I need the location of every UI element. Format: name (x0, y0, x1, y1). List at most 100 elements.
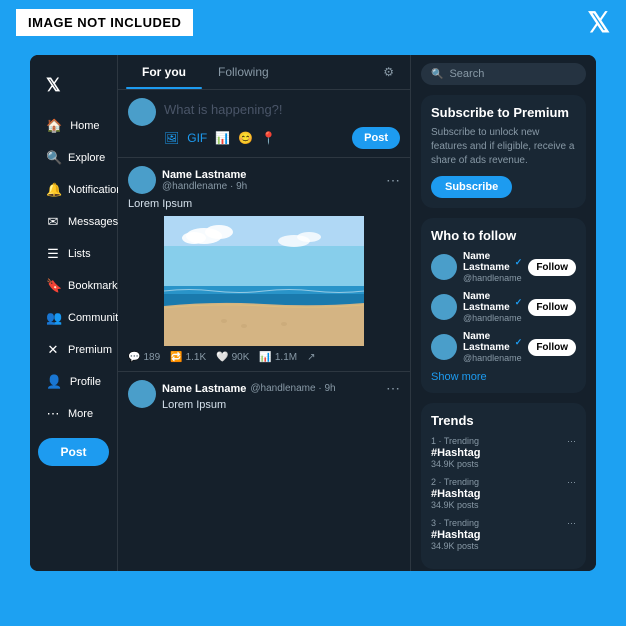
tweet-1-image (128, 216, 400, 346)
feed-tabs: For you Following ⚙ (118, 55, 410, 90)
sidebar-item-lists-label: Lists (68, 248, 91, 260)
tweet-2: Name Lastname @handlename · 9h ⋯ Lorem I… (118, 372, 410, 425)
verified-badge-1: ✓ (515, 257, 523, 268)
tweet-1-header: Name Lastname @handlename · 9h ⋯ (128, 166, 400, 194)
follow-item-1: Name Lastname ✓ @handlename Follow (431, 251, 576, 283)
gif-icon[interactable]: GIF (187, 131, 207, 145)
bookmarks-icon: 🔖 (46, 278, 60, 294)
communities-icon: 👥 (46, 310, 60, 326)
tweet-1-user-info: Name Lastname @handlename · 9h (162, 169, 247, 192)
location-icon[interactable]: 📍 (261, 131, 276, 145)
follow-button-1[interactable]: Follow (528, 259, 576, 276)
tweet-1-name: Name Lastname (162, 169, 247, 181)
who-to-follow-title: Who to follow (431, 228, 576, 243)
tweet-1-text: Lorem Ipsum (128, 198, 400, 210)
follow-avatar-3 (431, 334, 457, 360)
main-feed: For you Following ⚙ What is happening?! … (118, 55, 411, 571)
more-icon: ⋯ (46, 406, 60, 422)
follow-info-3: Name Lastname ✓ @handlename (463, 331, 522, 363)
trend-2-more-icon[interactable]: ⋯ (567, 477, 576, 488)
trend-3-hashtag: #Hashtag (431, 529, 576, 541)
trend-3-posts: 34.9K posts (431, 541, 576, 551)
home-icon: 🏠 (46, 118, 62, 134)
sidebar-item-explore[interactable]: 🔍 Explore (38, 144, 109, 172)
trend-item-3: 3 · Trending ⋯ #Hashtag 34.9K posts (431, 518, 576, 551)
sidebar-item-notifications[interactable]: 🔔 Notifications (38, 176, 109, 204)
notifications-icon: 🔔 (46, 182, 60, 198)
post-button[interactable]: Post (38, 438, 109, 466)
trend-3-more-icon[interactable]: ⋯ (567, 518, 576, 529)
tweet-2-text: Lorem Ipsum (162, 399, 400, 411)
tweet-2-handle: @handlename · 9h (250, 383, 335, 394)
right-sidebar: 🔍 Search Subscribe to Premium Subscribe … (411, 55, 596, 571)
subscribe-button[interactable]: Subscribe (431, 176, 512, 198)
x-logo-top: 𝕏 (587, 9, 610, 37)
sidebar-item-lists[interactable]: ☰ Lists (38, 240, 109, 268)
sidebar-item-bookmarks[interactable]: 🔖 Bookmarks (38, 272, 109, 300)
tab-for-you[interactable]: For you (126, 55, 202, 89)
beach-svg (128, 216, 400, 346)
search-icon: 🔍 (431, 69, 443, 80)
tweet-like-action[interactable]: 🤍 90K (216, 352, 249, 363)
search-placeholder: Search (449, 68, 484, 80)
follow-handle-3: @handlename (463, 353, 522, 363)
trend-item-2: 2 · Trending ⋯ #Hashtag 34.9K posts (431, 477, 576, 510)
who-to-follow-card: Who to follow Name Lastname ✓ @handlenam… (421, 218, 586, 393)
sidebar-item-home[interactable]: 🏠 Home (38, 112, 109, 140)
tweet-1: Name Lastname @handlename · 9h ⋯ Lorem I… (118, 158, 410, 372)
trend-3-meta: 3 · Trending (431, 518, 479, 529)
gear-icon[interactable]: ⚙ (375, 57, 402, 87)
sidebar-item-messages[interactable]: ✉ Messages (38, 208, 109, 236)
premium-icon: ✕ (46, 342, 60, 358)
trend-1-hashtag: #Hashtag (431, 447, 576, 459)
tweet-views-action[interactable]: 📊 1.1M (259, 352, 297, 363)
verified-badge-2: ✓ (515, 297, 523, 308)
sidebar-item-explore-label: Explore (68, 152, 105, 164)
trend-item-1: 1 · Trending ⋯ #Hashtag 34.9K posts (431, 436, 576, 469)
image-icon[interactable]: 🖼 (164, 131, 179, 145)
trend-2-posts: 34.9K posts (431, 500, 576, 510)
sidebar-item-more[interactable]: ⋯ More (38, 400, 109, 428)
premium-card: Subscribe to Premium Subscribe to unlock… (421, 95, 586, 208)
sidebar-item-bookmarks-label: Bookmarks (68, 280, 123, 292)
tweet-1-more-icon[interactable]: ⋯ (386, 172, 400, 189)
reply-icon: 💬 (128, 352, 140, 363)
twitter-mockup: 𝕏 🏠 Home 🔍 Explore 🔔 Notifications ✉ Mes… (30, 55, 596, 571)
tweet-share-action[interactable]: ↗ (307, 352, 315, 363)
sidebar-item-profile[interactable]: 👤 Profile (38, 368, 109, 396)
emoji-icon[interactable]: 😊 (238, 131, 253, 145)
follow-avatar-1 (431, 254, 457, 280)
messages-icon: ✉ (46, 214, 60, 230)
like-icon: 🤍 (216, 352, 228, 363)
tweet-2-avatar (128, 380, 156, 408)
trend-1-more-icon[interactable]: ⋯ (567, 436, 576, 447)
tweet-2-name: Name Lastname (162, 383, 246, 395)
left-sidebar: 𝕏 🏠 Home 🔍 Explore 🔔 Notifications ✉ Mes… (30, 55, 118, 571)
follow-item-2: Name Lastname ✓ @handlename Follow (431, 291, 576, 323)
tweet-reply-action[interactable]: 💬 189 (128, 352, 160, 363)
show-more-link[interactable]: Show more (431, 371, 576, 383)
follow-name-1: Name Lastname ✓ (463, 251, 522, 273)
trend-1-meta: 1 · Trending (431, 436, 479, 447)
sidebar-item-premium[interactable]: ✕ Premium (38, 336, 109, 364)
tweet-2-header: Name Lastname @handlename · 9h ⋯ (162, 380, 400, 397)
sidebar-item-more-label: More (68, 408, 93, 420)
compose-placeholder[interactable]: What is happening?! (164, 98, 400, 121)
follow-handle-1: @handlename (463, 273, 522, 283)
follow-handle-2: @handlename (463, 313, 522, 323)
tweet-2-more-icon[interactable]: ⋯ (386, 380, 400, 397)
share-icon: ↗ (307, 352, 315, 363)
search-bar[interactable]: 🔍 Search (421, 63, 586, 85)
trend-2-hashtag: #Hashtag (431, 488, 576, 500)
premium-title: Subscribe to Premium (431, 105, 576, 120)
tweet-1-handle: @handlename · 9h (162, 181, 247, 192)
poll-icon[interactable]: 📊 (215, 131, 230, 145)
trend-2-meta: 2 · Trending (431, 477, 479, 488)
compose-post-button[interactable]: Post (352, 127, 400, 149)
sidebar-logo: 𝕏 (38, 67, 109, 104)
tab-following[interactable]: Following (202, 55, 285, 89)
follow-button-3[interactable]: Follow (528, 339, 576, 356)
follow-button-2[interactable]: Follow (528, 299, 576, 316)
sidebar-item-communities[interactable]: 👥 Communities (38, 304, 109, 332)
tweet-retweet-action[interactable]: 🔁 1.1K (170, 352, 206, 363)
